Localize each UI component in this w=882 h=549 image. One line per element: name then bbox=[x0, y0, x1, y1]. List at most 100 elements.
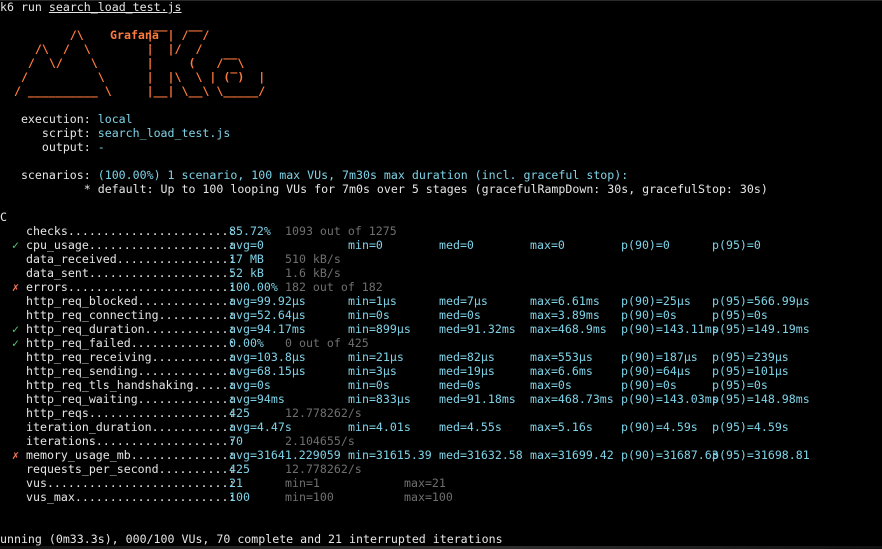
metric-avg: avg=52.64µs bbox=[229, 308, 306, 322]
metric-avg: avg=0s bbox=[229, 378, 271, 392]
metric-secondary: 12.778262/s bbox=[285, 462, 362, 476]
metric-value: 425 bbox=[229, 406, 250, 420]
terminal-window[interactable]: k6 run search_load_test.js /\ |‾‾| /‾‾/ … bbox=[0, 0, 882, 549]
metric-p90: p(90)=0s bbox=[621, 378, 677, 392]
metric-name: errors.......................: bbox=[26, 280, 236, 294]
metric-min: min=0 bbox=[348, 238, 383, 252]
metric-min: min=31615.39 bbox=[348, 448, 432, 462]
metric-p95: p(95)=149.19ms bbox=[712, 322, 810, 336]
status-line: unning (0m33.3s), 000/100 VUs, 70 comple… bbox=[0, 532, 503, 546]
info-execution: execution: local bbox=[0, 112, 133, 126]
metric-name: iteration_duration...........: bbox=[26, 420, 236, 434]
metric-p90: p(90)=64µs bbox=[621, 364, 691, 378]
metric-name: http_req_waiting.............: bbox=[26, 392, 236, 406]
metric-max: max=6.61ms bbox=[530, 294, 600, 308]
metric-secondary: 510 kB/s bbox=[285, 252, 341, 266]
metric-avg: avg=103.8µs bbox=[229, 350, 306, 364]
metric-name: vus..........................: bbox=[26, 476, 236, 490]
metric-row: http_req_waiting.............: avg=94ms mi… bbox=[0, 392, 882, 406]
metric-avg: avg=31641.229059 bbox=[229, 448, 341, 462]
metric-name: http_req_failed..............: bbox=[26, 336, 236, 350]
metric-avg: avg=99.92µs bbox=[229, 294, 306, 308]
metric-row: ✗ memory_usage_mb..............: avg=31641… bbox=[0, 448, 882, 462]
metric-row: ✗ errors.......................: 100.00% 18… bbox=[0, 280, 882, 294]
info-script: script: search_load_test.js bbox=[0, 126, 230, 140]
metric-med: med=0s bbox=[439, 378, 481, 392]
metric-p90: p(90)=143.11ms bbox=[621, 322, 719, 336]
metric-p90: p(90)=31687.63 bbox=[621, 448, 719, 462]
metric-name: requests_per_second..........: bbox=[26, 462, 236, 476]
metric-row: checks.......................: 85.72% 1093… bbox=[0, 224, 882, 238]
info-value: search_load_test.js bbox=[97, 126, 231, 140]
metric-min: min=0s bbox=[348, 378, 390, 392]
metric-max: max=5.16s bbox=[530, 420, 593, 434]
metric-value: 17 MB bbox=[229, 252, 264, 266]
metric-min: min=21µs bbox=[348, 350, 404, 364]
metric-max: max=553µs bbox=[530, 350, 593, 364]
check-pass-icon: ✓ bbox=[12, 336, 19, 350]
metric-name: http_reqs....................: bbox=[26, 406, 236, 420]
info-key: output: bbox=[0, 140, 98, 154]
metric-min: min=1 bbox=[285, 476, 320, 490]
metric-value: 425 bbox=[229, 462, 250, 476]
metric-p90: p(90)=25µs bbox=[621, 294, 691, 308]
command-prompt: k6 bbox=[0, 0, 14, 14]
metric-row: http_req_sending.............: avg=68.15µ… bbox=[0, 364, 882, 378]
metric-row: vus_max......................: 100 min=100… bbox=[0, 490, 882, 504]
metric-max: max=6.6ms bbox=[530, 364, 593, 378]
metric-med: med=0 bbox=[439, 238, 474, 252]
metric-value: 21 bbox=[229, 476, 243, 490]
metric-value: 85.72% bbox=[229, 224, 271, 238]
metric-secondary: 1093 out of 1275 bbox=[285, 224, 397, 238]
metric-value: 100.00% bbox=[229, 280, 278, 294]
metric-row: data_received................: 17 MB 510 k… bbox=[0, 252, 882, 266]
metric-secondary: 0 out of 425 bbox=[285, 336, 369, 350]
metric-min: min=1µs bbox=[348, 294, 397, 308]
metric-p95: p(95)=566.99µs bbox=[712, 294, 810, 308]
metric-med: med=91.32ms bbox=[439, 322, 516, 336]
metric-secondary: 12.778262/s bbox=[285, 406, 362, 420]
metric-p90: p(90)=187µs bbox=[621, 350, 698, 364]
grafana-logo-text: Grafana bbox=[110, 28, 159, 42]
metric-min: min=3µs bbox=[348, 364, 397, 378]
metric-row: ✓ cpu_usage....................: avg=0 min=… bbox=[0, 238, 882, 252]
metric-name: vus_max......................: bbox=[26, 490, 236, 504]
metric-row: ✓ http_req_duration............: avg=94.17… bbox=[0, 322, 882, 336]
metric-value: 100 bbox=[229, 490, 250, 504]
metric-max: max=100 bbox=[404, 490, 453, 504]
metric-med: med=7µs bbox=[439, 294, 488, 308]
metric-p90: p(90)=0s bbox=[621, 308, 677, 322]
metric-secondary: 2.104655/s bbox=[285, 434, 355, 448]
metric-p95: p(95)=101µs bbox=[712, 364, 789, 378]
metric-max: max=0 bbox=[530, 238, 565, 252]
metric-row: http_req_receiving...........: avg=103.8µ… bbox=[0, 350, 882, 364]
command-file: search_load_test.js bbox=[48, 0, 182, 14]
metric-row: iterations...................: 70 2.104655… bbox=[0, 434, 882, 448]
info-output: output: - bbox=[0, 140, 105, 154]
metric-row: http_reqs....................: 425 12.7782… bbox=[0, 406, 882, 420]
scenarios-value: (100.00%) 1 scenario, 100 max VUs, 7m30s… bbox=[97, 168, 629, 182]
metric-p95: p(95)=31698.81 bbox=[712, 448, 810, 462]
metric-name: http_req_receiving...........: bbox=[26, 350, 236, 364]
metric-avg: avg=94ms bbox=[229, 392, 285, 406]
metric-med: med=19µs bbox=[439, 364, 495, 378]
metric-name: data_received................: bbox=[26, 252, 236, 266]
metric-p95: p(95)=0s bbox=[712, 378, 768, 392]
info-value: local bbox=[97, 112, 133, 126]
metric-p95: p(95)=0 bbox=[712, 238, 761, 252]
metric-p95: p(95)=4.59s bbox=[712, 420, 789, 434]
metric-avg: avg=0 bbox=[229, 238, 264, 252]
metric-med: med=31632.58 bbox=[439, 448, 523, 462]
metric-name: memory_usage_mb..............: bbox=[26, 448, 236, 462]
command-line: k6 run search_load_test.js bbox=[0, 0, 182, 14]
metric-med: med=0s bbox=[439, 308, 481, 322]
metric-name: http_req_tls_handshaking.....: bbox=[26, 378, 236, 392]
metric-name: http_req_sending.............: bbox=[26, 364, 236, 378]
metric-row: requests_per_second..........: 425 12.7782… bbox=[0, 462, 882, 476]
metric-row: http_req_blocked.............: avg=99.92µ… bbox=[0, 294, 882, 308]
metric-avg: avg=4.47s bbox=[229, 420, 292, 434]
metric-p95: p(95)=148.98ms bbox=[712, 392, 810, 406]
metric-p90: p(90)=0 bbox=[621, 238, 670, 252]
metric-max: max=468.9ms bbox=[530, 322, 607, 336]
metric-min: min=100 bbox=[285, 490, 334, 504]
